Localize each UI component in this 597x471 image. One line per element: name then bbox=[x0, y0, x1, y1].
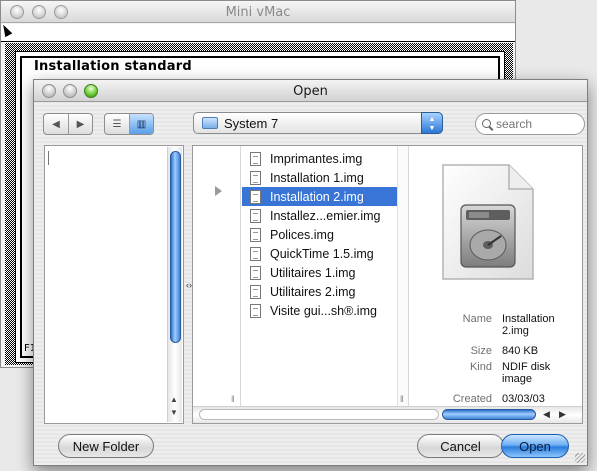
file-item[interactable]: Visite gui...sh®.img bbox=[242, 301, 397, 320]
scroll-up-arrow-icon[interactable]: ▲ bbox=[170, 395, 178, 404]
file-item[interactable]: Installez...emier.img bbox=[242, 206, 397, 225]
browser-column-parent[interactable]: ‖ bbox=[193, 146, 241, 406]
back-arrow-icon[interactable]: ◀ bbox=[44, 114, 68, 134]
document-icon bbox=[250, 246, 261, 261]
path-popup[interactable]: System 7 ▲ ▼ bbox=[193, 112, 443, 134]
info-size-label: Size bbox=[470, 345, 492, 357]
preview-column: Name Installation 2.img Size 840 KB Kind… bbox=[410, 146, 582, 406]
disk-image-icon bbox=[442, 164, 534, 280]
file-item[interactable]: QuickTime 1.5.img bbox=[242, 244, 397, 263]
document-icon bbox=[250, 303, 261, 318]
document-icon bbox=[250, 208, 261, 223]
info-kind-value: NDIF disk image bbox=[502, 361, 551, 385]
disclosure-arrow-icon bbox=[215, 186, 222, 196]
search-icon bbox=[482, 118, 493, 130]
scroll-down-arrow-icon[interactable]: ▼ bbox=[170, 408, 178, 417]
file-item[interactable]: Polices.img bbox=[242, 225, 397, 244]
view-mode-control: ☰ ▥ bbox=[104, 113, 154, 135]
dialog-title: Open bbox=[293, 84, 328, 99]
path-label: System 7 bbox=[224, 115, 279, 131]
scroll-left-arrow-icon[interactable]: ◀ bbox=[543, 409, 550, 420]
cancel-button[interactable]: Cancel bbox=[417, 434, 504, 458]
open-dialog: Open ◀ ▶ ☰ ▥ System 7 ▲▼ ▲ ▼ ‹› ‖ bbox=[33, 79, 588, 466]
back-forward-control: ◀ ▶ bbox=[43, 113, 93, 135]
document-icon bbox=[250, 284, 261, 299]
window-title: Mini vMac bbox=[225, 5, 291, 20]
info-created-label: Created bbox=[452, 393, 492, 405]
file-name: Utilitaires 2.img bbox=[270, 284, 356, 299]
open-button[interactable]: Open bbox=[501, 434, 569, 458]
mini-vmac-titlebar: Mini vMac bbox=[1, 1, 515, 23]
document-icon bbox=[250, 227, 261, 242]
file-name: Installation 2.img bbox=[270, 189, 364, 204]
file-name: QuickTime 1.5.img bbox=[270, 246, 374, 261]
installer-title: Installation standard bbox=[34, 59, 192, 74]
column-view-icon[interactable]: ▥ bbox=[129, 114, 153, 134]
file-item[interactable]: Imprimantes.img bbox=[242, 149, 397, 168]
file-item[interactable]: Utilitaires 1.img bbox=[242, 263, 397, 282]
file-item[interactable]: Utilitaires 2.img bbox=[242, 282, 397, 301]
list-view-icon[interactable]: ☰ bbox=[105, 114, 129, 134]
info-created-value: 03/03/03 bbox=[502, 393, 545, 405]
info-name-label: Name bbox=[462, 313, 492, 325]
forward-arrow-icon[interactable]: ▶ bbox=[68, 114, 92, 134]
document-icon bbox=[250, 151, 261, 166]
column-resize-icon[interactable]: ‖ bbox=[400, 394, 404, 404]
file-name: Imprimantes.img bbox=[270, 151, 363, 166]
scroll-right-arrow-icon[interactable]: ▶ bbox=[559, 409, 566, 420]
document-icon bbox=[250, 265, 261, 280]
popup-arrows-icon: ▲ ▼ bbox=[421, 112, 443, 134]
scroll-track[interactable] bbox=[199, 409, 439, 420]
file-item[interactable]: Installation 1.img bbox=[242, 168, 397, 187]
file-name: Installez...emier.img bbox=[270, 208, 381, 223]
document-icon bbox=[250, 170, 261, 185]
info-size-value: 840 KB bbox=[502, 345, 539, 357]
browser-column-files[interactable]: Imprimantes.img Installation 1.img Insta… bbox=[242, 146, 409, 406]
sidebar[interactable]: ▲ ▼ bbox=[44, 145, 184, 424]
info-name-value: Installation 2.img bbox=[502, 313, 555, 337]
file-name: Visite gui...sh®.img bbox=[270, 303, 377, 318]
resize-grip-icon[interactable] bbox=[575, 453, 585, 463]
text-caret bbox=[48, 151, 49, 165]
browser-horizontal-scrollbar[interactable]: ◀ ▶ bbox=[193, 406, 582, 423]
column-browser: ‖ Imprimantes.img Installation 1.img Ins… bbox=[192, 145, 583, 424]
search-input[interactable] bbox=[496, 117, 580, 131]
file-name: Installation 1.img bbox=[270, 170, 364, 185]
folder-icon bbox=[202, 117, 218, 129]
emulated-menubar bbox=[1, 24, 515, 42]
column-resize-icon[interactable]: ‖ bbox=[231, 394, 235, 404]
file-name: Utilitaires 1.img bbox=[270, 265, 356, 280]
files-column-scrollbar[interactable] bbox=[397, 146, 408, 406]
sidebar-scroll-thumb[interactable] bbox=[170, 151, 181, 343]
file-name: Polices.img bbox=[270, 227, 334, 242]
new-folder-button[interactable]: New Folder bbox=[58, 434, 154, 458]
sidebar-scrollbar[interactable]: ▲ ▼ bbox=[167, 147, 182, 422]
dialog-titlebar[interactable]: Open bbox=[34, 80, 587, 102]
search-field[interactable] bbox=[475, 113, 585, 135]
horizontal-scroll-thumb[interactable] bbox=[442, 409, 536, 420]
document-icon bbox=[250, 189, 261, 204]
file-item-selected[interactable]: Installation 2.img bbox=[242, 187, 397, 206]
info-kind-label: Kind bbox=[469, 361, 492, 373]
